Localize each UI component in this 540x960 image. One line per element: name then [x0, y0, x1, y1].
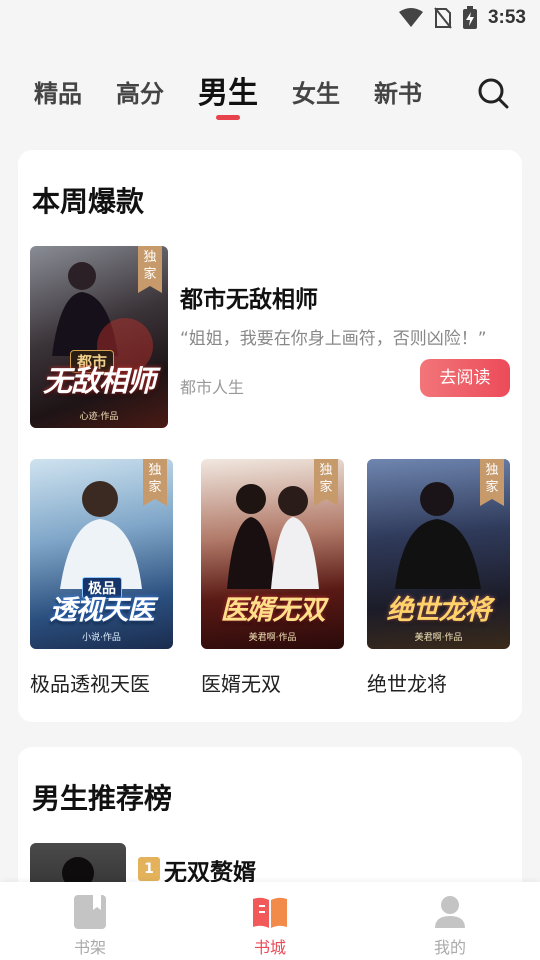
status-bar: 3:53 — [0, 0, 540, 36]
no-sim-icon — [434, 7, 452, 29]
nav-label: 书架 — [73, 938, 106, 957]
cover-author: 美君啊·作品 — [414, 633, 463, 643]
tab-gaofen[interactable]: 高分 — [116, 64, 164, 124]
cover-title: 无敌相师 — [42, 364, 156, 398]
tab-jingpin[interactable]: 精品 — [34, 64, 82, 124]
featured-book-cover[interactable]: 独家 都市 无敌相师 心迹·作品 — [30, 246, 168, 428]
book-name-3[interactable]: 绝世龙将 — [367, 668, 447, 697]
bookstore-icon — [253, 897, 287, 928]
book-name-1[interactable]: 极品透视天医 — [30, 668, 150, 697]
tab-xinshu[interactable]: 新书 — [374, 64, 422, 124]
search-icon[interactable] — [476, 76, 510, 110]
wifi-icon — [398, 8, 423, 27]
bookshelf-icon — [74, 895, 106, 929]
nav-profile[interactable]: 我的 — [360, 882, 540, 960]
tab-nansheng[interactable]: 男生 — [198, 64, 258, 124]
cover-title: 绝世龙将 — [386, 595, 492, 626]
book-name-2[interactable]: 医婿无双 — [201, 668, 281, 697]
nav-label: 我的 — [433, 938, 466, 957]
cover-author: 美君啊·作品 — [248, 633, 297, 643]
user-icon — [435, 896, 465, 928]
battery-charging-icon — [462, 6, 477, 29]
section-title: 本周爆款 — [32, 185, 145, 218]
rank-number-badge: 1 — [138, 857, 160, 881]
book-cover-1[interactable]: 独家 极品 透视天医 小说·作品 — [30, 459, 173, 649]
nav-bookstore[interactable]: 书城 — [180, 882, 360, 960]
cover-title: 透视天医 — [49, 595, 155, 626]
cover-author: 小说·作品 — [82, 633, 121, 643]
cover-author: 心迹·作品 — [79, 412, 119, 422]
bottom-nav: 书架 书城 我的 — [0, 882, 540, 960]
featured-book-category: 都市人生 — [180, 378, 245, 397]
tab-nvsheng[interactable]: 女生 — [292, 64, 340, 124]
cover-title: 医婿无双 — [220, 595, 326, 626]
nav-bookshelf[interactable]: 书架 — [0, 882, 180, 960]
status-time: 3:53 — [487, 7, 526, 28]
weekly-hot-section: 本周爆款 独家 都市 无敌相师 心迹·作品 都市无敌相师 “姐姐，我要在你身上画… — [18, 150, 522, 722]
book-cover-3[interactable]: 独家 绝世龙将 美君啊·作品 — [367, 459, 510, 649]
nav-label: 书城 — [253, 938, 286, 957]
book-cover-2[interactable]: 独家 医婿无双 美君啊·作品 — [201, 459, 344, 649]
category-tabs: 精品 高分 男生 女生 新书 — [0, 62, 540, 126]
read-button[interactable]: 去阅读 — [420, 359, 510, 397]
section-title: 男生推荐榜 — [32, 782, 173, 815]
featured-book-name[interactable]: 都市无敌相师 — [180, 280, 318, 314]
featured-book-quote: “姐姐，我要在你身上画符，否则凶险！” — [180, 329, 487, 349]
